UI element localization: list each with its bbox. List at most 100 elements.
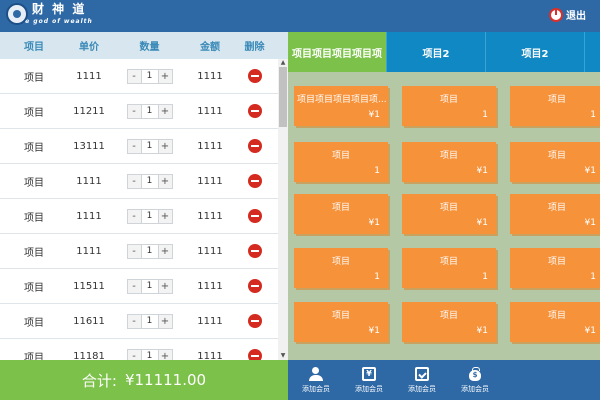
quantity-input[interactable]: 1 [140,174,159,188]
product-card[interactable]: 项目 1 [510,86,600,126]
scroll-thumb[interactable] [279,67,287,127]
delete-icon[interactable] [247,314,262,328]
product-price: ¥1 [476,166,488,176]
product-name: 项目 [331,257,350,267]
quantity-input[interactable]: 1 [140,349,159,360]
quantity-input[interactable]: 1 [140,209,159,223]
decrease-button[interactable]: - [127,104,141,118]
delete-cell [231,209,278,223]
decrease-button[interactable]: - [127,139,141,153]
add-member-button[interactable]: 添加会员 [291,360,341,400]
product-name: 项目 [439,257,458,267]
decrease-button[interactable]: - [127,279,141,293]
category-tab[interactable]: 项目2 [387,32,486,72]
category-tab[interactable] [585,32,600,72]
increase-button[interactable]: + [158,244,172,258]
delete-icon[interactable] [247,139,262,153]
delete-cell [231,104,278,118]
order-item-name: 项目 [24,107,44,119]
delete-cell [231,139,278,153]
order-item-amount: 1111 [197,140,223,152]
quantity-input[interactable]: 1 [140,279,159,293]
delete-icon[interactable] [247,349,262,360]
increase-button[interactable]: + [158,314,172,328]
quantity-cell: -1 + [110,208,189,224]
delete-icon[interactable] [247,279,262,293]
increase-button[interactable]: + [158,174,172,188]
decrease-button[interactable]: - [127,209,141,223]
increase-button[interactable]: + [158,139,172,153]
app-logo: 财 神 道 the god of wealth [6,2,93,30]
decrease-button[interactable]: - [127,244,141,258]
product-card[interactable]: 项目 ¥1 [510,142,600,182]
order-row: 项目 1111-1 +1111 [0,199,288,234]
quantity-cell: -1 + [110,243,189,259]
delete-icon[interactable] [247,104,262,118]
quantity-stepper: -1 + [126,138,173,154]
product-price: ¥1 [368,326,380,336]
logout-button[interactable]: 退出 [549,7,586,22]
scroll-up-arrow-icon[interactable]: ▲ [278,59,288,67]
product-card[interactable]: 项目 ¥1 [510,302,600,342]
product-card[interactable]: 项目项目项目项目项... ¥1 [294,86,388,126]
delete-icon[interactable] [247,69,262,83]
product-card[interactable]: 项目 1 [402,86,496,126]
category-tab[interactable]: 项目项目项目项目项 [288,32,387,72]
decrease-button[interactable]: - [127,174,141,188]
product-card[interactable]: 项目 1 [402,248,496,288]
quantity-input[interactable]: 1 [140,69,159,83]
delete-icon[interactable] [247,244,262,258]
increase-button[interactable]: + [158,209,172,223]
delete-icon[interactable] [247,209,262,223]
product-card[interactable]: 项目 ¥1 [294,302,388,342]
product-card[interactable]: 项目 ¥1 [510,194,600,234]
header-amount: 金额 [200,42,220,53]
scroll-down-arrow-icon[interactable]: ▼ [278,352,288,360]
category-tab[interactable]: 项目2 [486,32,585,72]
order-item-price: 1111 [76,245,102,257]
increase-button[interactable]: + [158,104,172,118]
increase-button[interactable]: + [158,349,172,360]
product-card[interactable]: 项目 ¥1 [402,194,496,234]
product-name: 项目 [547,311,566,321]
decrease-button[interactable]: - [127,69,141,83]
product-card[interactable]: 项目 1 [294,248,388,288]
add-member-button[interactable]: ¥ 添加会员 [344,360,394,400]
category-tabs: 项目项目项目项目项 项目2 项目2 [288,32,600,72]
increase-button[interactable]: + [158,69,172,83]
add-member-button[interactable]: 添加会员 [397,360,447,400]
quantity-stepper: -1 + [126,103,173,119]
quantity-cell: -1 + [110,278,189,294]
top-header: 财 神 道 the god of wealth 退出 [0,0,600,32]
product-card[interactable]: 项目 ¥1 [294,194,388,234]
delete-cell [231,314,278,328]
product-grid: 项目项目项目项目项... ¥1 项目 1 项目 1 项目 1 项目 ¥1 项目 ¥1 项目 ¥1 项目 ¥1 项… [288,72,600,360]
delete-icon[interactable] [247,174,262,188]
quantity-input[interactable]: 1 [140,314,159,328]
product-card[interactable]: 项目 1 [510,248,600,288]
delete-cell [231,244,278,258]
clipboard-check-icon [415,366,429,381]
quantity-input[interactable]: 1 [140,104,159,118]
add-member-button[interactable]: 添加会员 [450,360,500,400]
order-item-amount: 1111 [197,175,223,187]
product-card[interactable]: 项目 ¥1 [402,142,496,182]
order-row: 项目 11611-1 +1111 [0,304,288,339]
increase-button[interactable]: + [158,279,172,293]
product-name: 项目 [439,151,458,161]
product-price: 1 [374,166,380,176]
order-scrollbar[interactable]: ▲ ▼ [278,59,288,360]
product-name: 项目项目项目项目项... [297,95,387,105]
order-item-name: 项目 [24,212,44,224]
product-price: ¥1 [476,218,488,228]
product-card[interactable]: 项目 1 [294,142,388,182]
decrease-button[interactable]: - [127,314,141,328]
order-item-price: 11181 [73,350,105,361]
quantity-input[interactable]: 1 [140,244,159,258]
yen-receipt-icon: ¥ [362,366,376,381]
action-bar: 添加会员 ¥ 添加会员 添加会员 添加会员 [288,360,600,400]
decrease-button[interactable]: - [127,349,141,360]
quantity-input[interactable]: 1 [140,139,159,153]
product-card[interactable]: 项目 ¥1 [402,302,496,342]
order-row: 项目 11511-1 +1111 [0,269,288,304]
